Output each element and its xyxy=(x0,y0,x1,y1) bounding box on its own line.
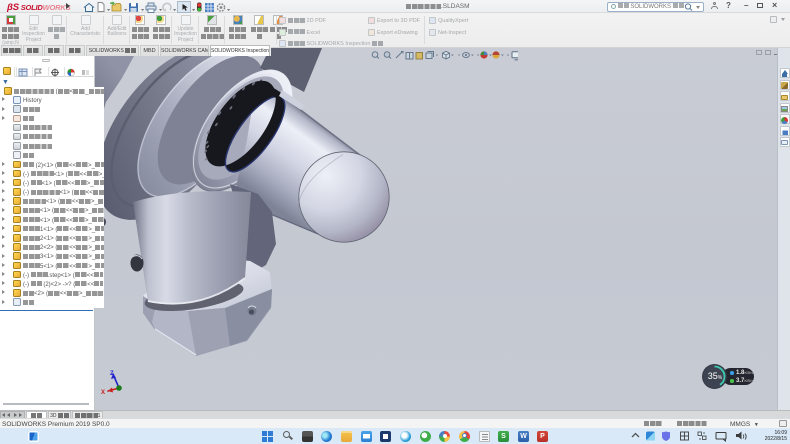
svg-text:Z: Z xyxy=(110,371,114,377)
svg-text:X: X xyxy=(101,390,105,396)
